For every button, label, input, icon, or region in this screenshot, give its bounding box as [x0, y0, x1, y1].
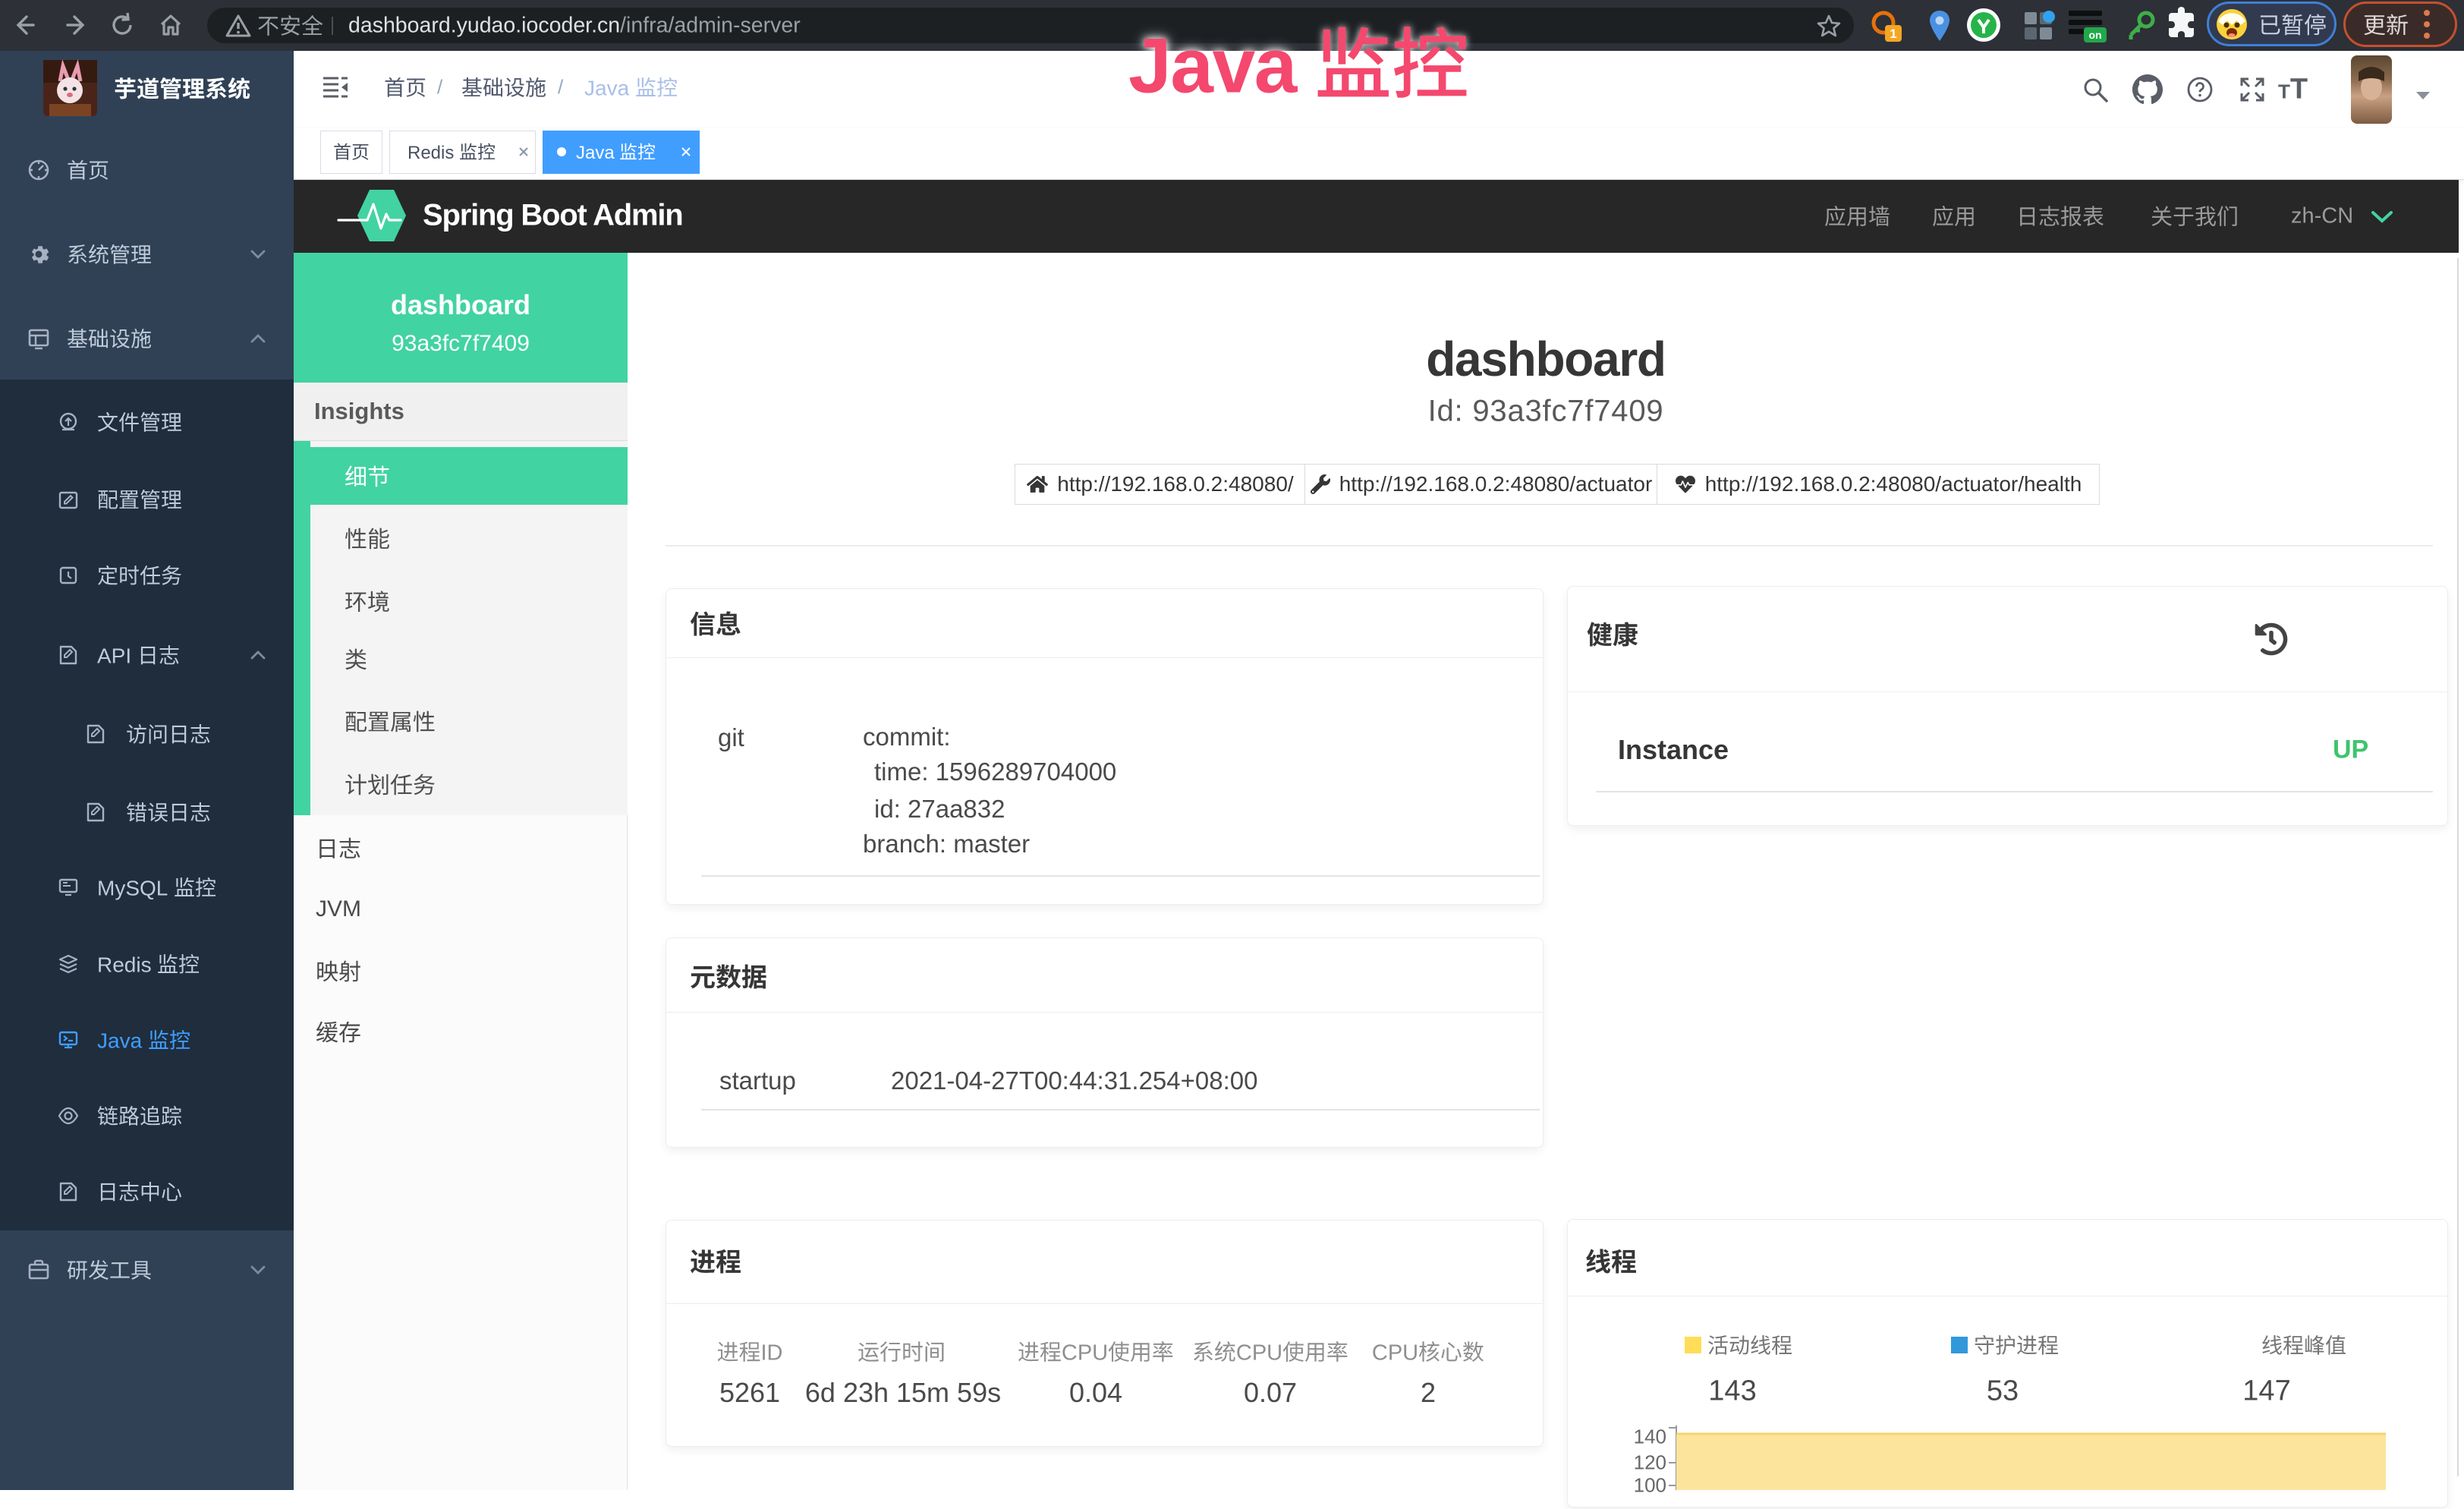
svg-text:1: 1 — [1890, 27, 1896, 41]
svg-text:on: on — [2088, 29, 2101, 41]
